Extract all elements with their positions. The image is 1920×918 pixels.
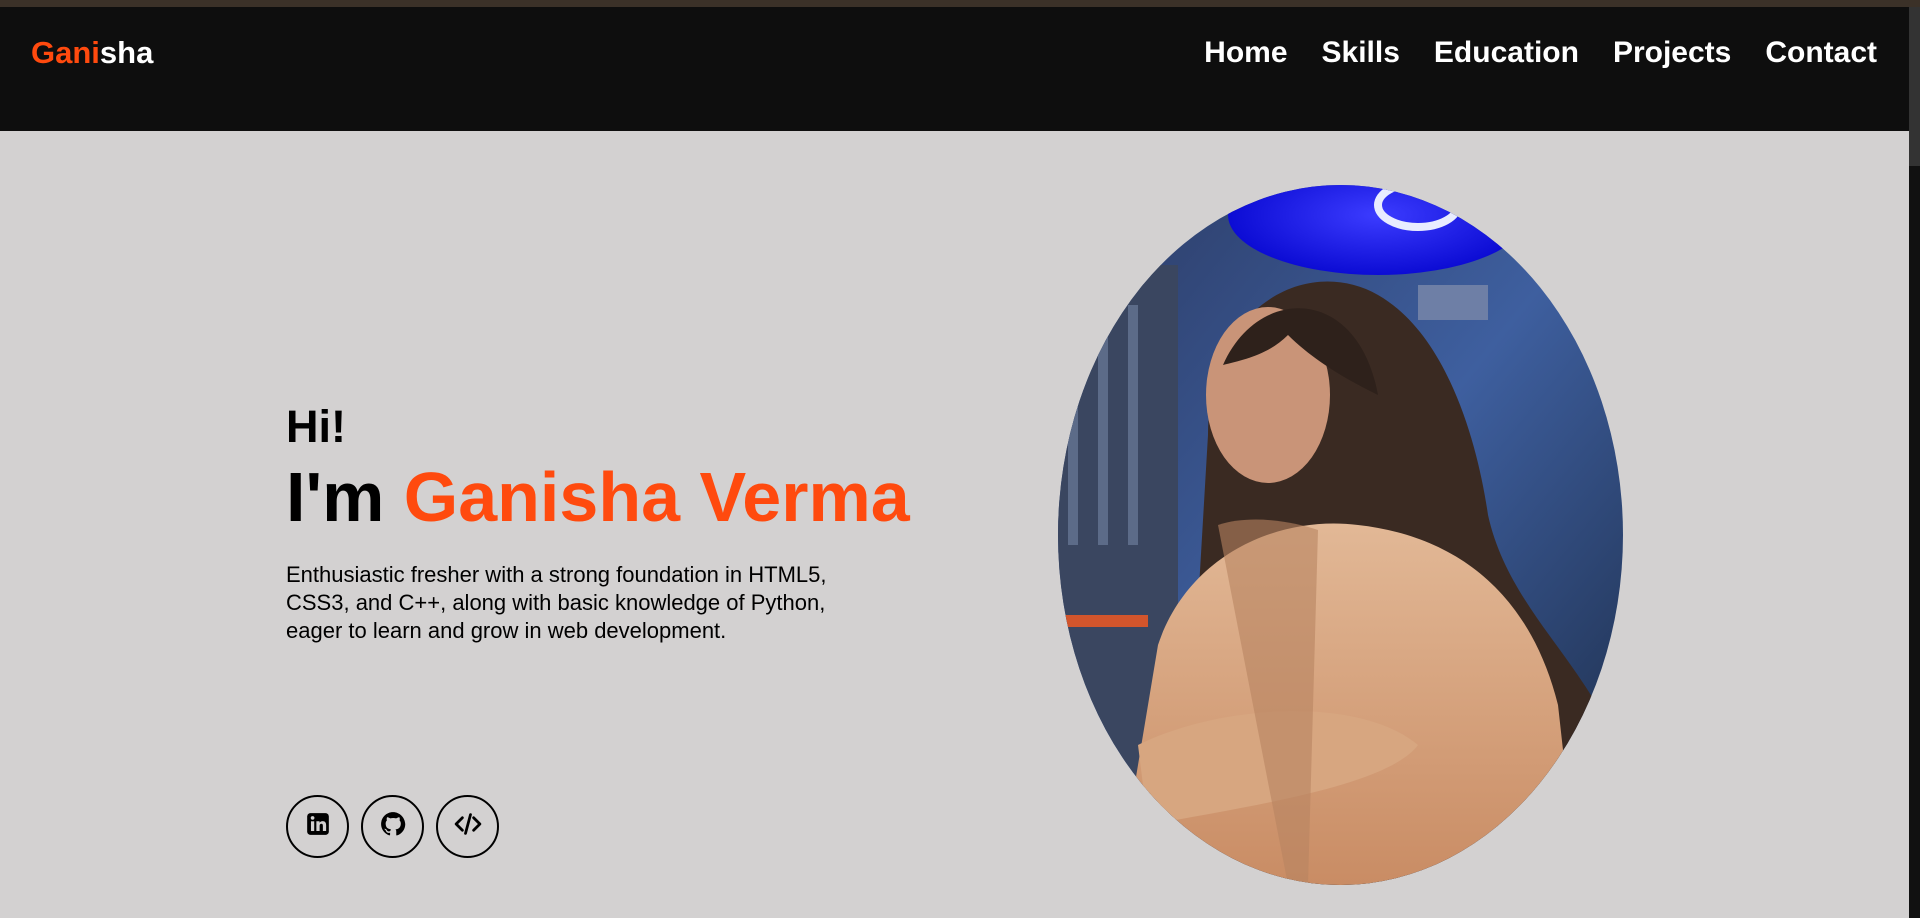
nav-skills[interactable]: Skills	[1322, 38, 1400, 68]
page-scrollbar[interactable]	[1909, 7, 1920, 918]
hero-intro-prefix: I'm	[286, 458, 385, 536]
navbar: Ganisha Home Skills Education Projects C…	[0, 7, 1909, 131]
nav-contact[interactable]: Contact	[1765, 38, 1877, 68]
hero-greeting: Hi!	[286, 401, 346, 452]
github-icon	[379, 810, 407, 843]
site-logo[interactable]: Ganisha	[31, 37, 153, 68]
scrollbar-thumb[interactable]	[1909, 7, 1920, 166]
nav-education[interactable]: Education	[1434, 38, 1579, 68]
hero-name: Ganisha Verma	[403, 458, 910, 536]
nav-projects[interactable]: Projects	[1613, 38, 1731, 68]
main-nav: Home Skills Education Projects Contact	[1204, 38, 1877, 68]
window-top-strip	[0, 0, 1920, 7]
hero-section: Hi! I'm Ganisha Verma Enthusiastic fresh…	[0, 131, 1909, 918]
linkedin-icon	[305, 811, 331, 842]
code-button[interactable]	[436, 795, 499, 858]
logo-accent: Gani	[31, 35, 100, 70]
hero-title: I'm Ganisha Verma	[286, 462, 910, 532]
linkedin-button[interactable]	[286, 795, 349, 858]
nav-home[interactable]: Home	[1204, 38, 1287, 68]
hero-description: Enthusiastic fresher with a strong found…	[286, 562, 827, 643]
social-links	[286, 795, 499, 858]
profile-photo	[1058, 185, 1623, 885]
logo-rest: sha	[99, 35, 154, 70]
code-icon	[453, 809, 483, 844]
github-button[interactable]	[361, 795, 424, 858]
